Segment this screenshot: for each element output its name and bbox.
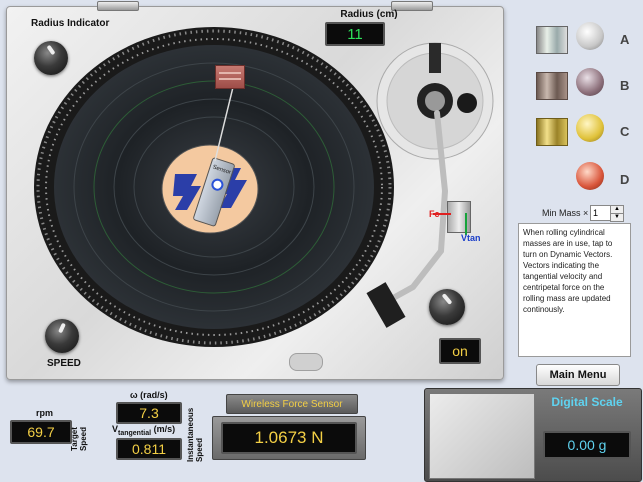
scale-title: Digital Scale xyxy=(551,395,623,409)
mass-c-letter: C xyxy=(620,124,630,139)
mass-a-cylinder-icon xyxy=(536,26,568,54)
mass-a-disc-icon xyxy=(576,22,604,50)
info-text-box: When rolling cylindrical masses are in u… xyxy=(518,223,631,357)
min-mass-input[interactable]: 1 xyxy=(590,205,612,221)
scale-pan[interactable] xyxy=(429,393,535,479)
force-display: 1.0673 N xyxy=(221,422,357,454)
rolling-mass[interactable] xyxy=(215,65,245,89)
pitch-knob[interactable] xyxy=(429,289,465,325)
mass-d-letter: D xyxy=(620,172,630,187)
radius-label: Radius (cm) xyxy=(340,9,398,20)
vtan-label-unit: (m/s) xyxy=(153,424,176,434)
vtan-display: 0.811 xyxy=(116,438,182,460)
speed-knob[interactable] xyxy=(45,319,79,353)
mass-a-letter: A xyxy=(620,32,630,47)
dynamic-vectors-toggle[interactable]: Fc Vtan xyxy=(427,195,481,249)
digital-scale: Digital Scale 0.00 g xyxy=(424,388,642,482)
target-speed-label-box: Target Speed xyxy=(70,415,98,453)
vtan-label-sub: tangential xyxy=(118,429,152,437)
omega-display: 7.3 xyxy=(116,402,182,424)
speed-label: SPEED xyxy=(47,358,81,369)
fc-vector-label: Fc xyxy=(429,209,440,219)
target-speed-label: Target Speed xyxy=(70,426,88,451)
force-sensor-title: Wireless Force Sensor xyxy=(226,394,358,414)
min-mass-label: Min Mass × xyxy=(542,208,589,218)
mass-b-cylinder-icon xyxy=(536,72,568,100)
main-menu-button[interactable]: Main Menu xyxy=(536,364,620,386)
force-display-frame: 1.0673 N xyxy=(212,416,366,460)
omega-label: ω (rad/s) xyxy=(130,390,168,400)
mass-b-letter: B xyxy=(620,78,630,93)
turntable-deck: Radius Indicator Radius (cm) 11 Sensor F… xyxy=(6,1,504,380)
power-button[interactable]: on xyxy=(439,338,481,364)
mass-b-disc-icon xyxy=(576,68,604,96)
min-mass-down-button[interactable]: ▼ xyxy=(610,213,624,222)
vtan-label: Vtangential (m/s) xyxy=(112,424,175,437)
mass-c-cylinder-icon xyxy=(536,118,568,146)
instantaneous-speed-label-box: Instantaneous Speed xyxy=(184,406,210,468)
tonearm xyxy=(366,42,494,328)
sensor-led-icon xyxy=(209,177,225,193)
scale-display: 0.00 g xyxy=(543,431,631,459)
mass-c-disc-icon xyxy=(576,114,604,142)
lid-hinge-left xyxy=(97,1,139,11)
mass-d-disc-icon xyxy=(576,162,604,190)
rpm-label: rpm xyxy=(36,408,54,418)
vtan-vector-label: Vtan xyxy=(461,233,481,243)
start-stop-pad[interactable] xyxy=(289,353,323,371)
rpm-display: 69.7 xyxy=(10,420,72,444)
instantaneous-speed-label: Instantaneous Speed xyxy=(186,407,204,462)
